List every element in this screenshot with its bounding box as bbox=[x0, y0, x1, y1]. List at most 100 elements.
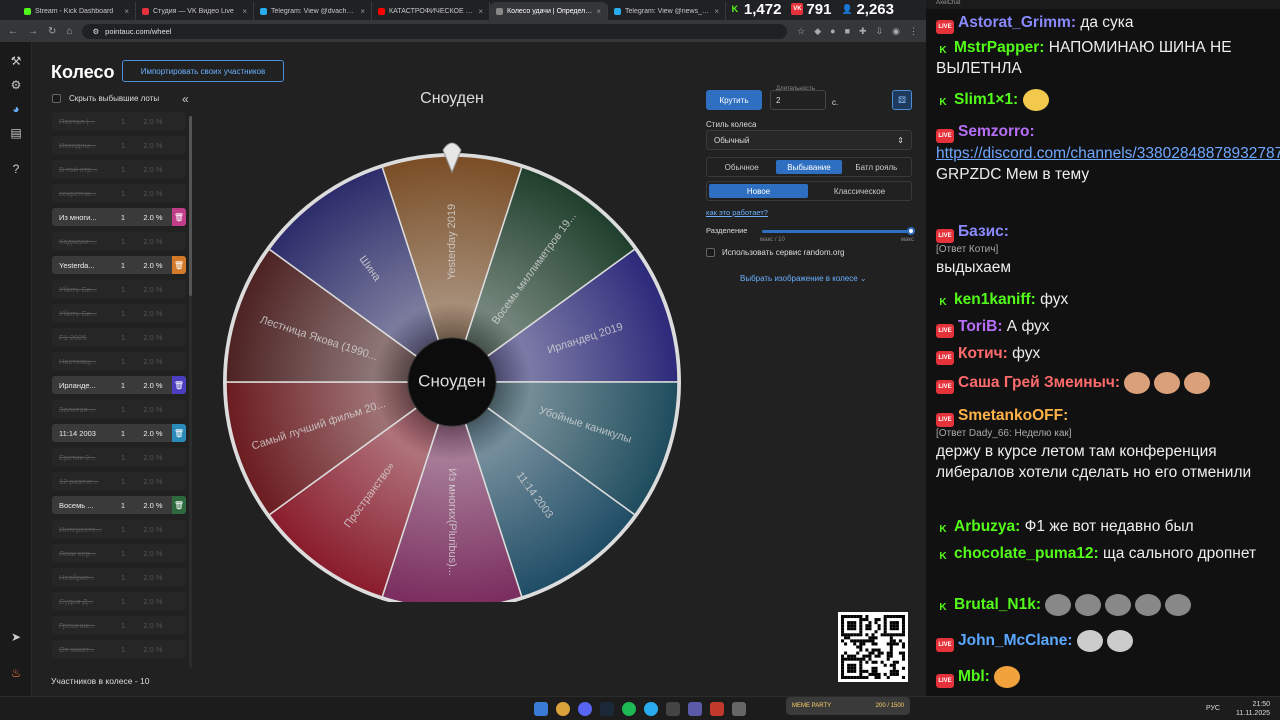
chat-nickname[interactable]: Astorat_Grimm: bbox=[958, 14, 1076, 31]
hide-eliminated-checkbox[interactable] bbox=[52, 94, 61, 103]
trash-icon[interactable]: 🗑 bbox=[172, 376, 186, 394]
app-icon[interactable] bbox=[666, 702, 680, 716]
wheel-mode-option[interactable]: Батл рояль bbox=[844, 160, 909, 174]
lot-row[interactable]: 11:14 2003 1 2.0 % 🗑 bbox=[52, 424, 186, 442]
browser-tab[interactable]: Stream - Kick Dashboard × bbox=[18, 2, 136, 20]
chat-link[interactable]: https://discord.com/channels/33802848878… bbox=[936, 145, 1280, 162]
hammer-icon[interactable]: ⚒ bbox=[9, 54, 23, 68]
close-icon[interactable]: × bbox=[714, 7, 719, 16]
lot-row[interactable]: Ирланде... 1 2.0 % 🗑 bbox=[52, 376, 186, 394]
telegram-icon[interactable] bbox=[644, 702, 658, 716]
reload-icon[interactable]: ↻ bbox=[48, 26, 56, 37]
gear-icon[interactable]: ⚙ bbox=[9, 78, 23, 92]
random-dice-icon[interactable]: ⚄ bbox=[892, 90, 912, 110]
wheel-type-option[interactable]: Новое bbox=[709, 184, 808, 198]
app-icon[interactable] bbox=[732, 702, 746, 716]
browser-tab[interactable]: Telegram: View @dvachannel × bbox=[254, 2, 372, 20]
random-org-checkbox[interactable] bbox=[706, 248, 715, 257]
chat-nickname[interactable]: Slim1×1: bbox=[954, 91, 1018, 108]
lot-row[interactable]: В той стр... 1 2.0 % bbox=[52, 160, 186, 178]
separation-slider-knob[interactable] bbox=[907, 227, 915, 235]
chat-nickname[interactable]: MstrPapper: bbox=[954, 39, 1044, 56]
wheel-mode-option[interactable]: Обычное bbox=[709, 160, 774, 174]
chat-nickname[interactable]: John_McClane: bbox=[958, 632, 1073, 649]
chat-nickname[interactable]: ken1kaniff: bbox=[954, 291, 1036, 308]
lot-row[interactable]: Восемь ... 1 2.0 % 🗑 bbox=[52, 496, 186, 514]
lot-row[interactable]: Локи сер... 1 2.0 % bbox=[52, 544, 186, 562]
chrome-icon[interactable] bbox=[556, 702, 570, 716]
help-icon[interactable]: ? bbox=[9, 162, 23, 176]
close-icon[interactable]: × bbox=[478, 7, 483, 16]
random-org-toggle[interactable]: Использовать сервис random.org bbox=[706, 248, 844, 257]
clipboard-icon[interactable]: ▤ bbox=[9, 126, 23, 140]
duration-input[interactable]: 2 bbox=[770, 90, 826, 110]
lot-row[interactable]: 12 разгне... 1 2.0 % bbox=[52, 472, 186, 490]
extension-icon[interactable]: ◆ bbox=[814, 26, 821, 37]
lot-row[interactable]: Из многи... 1 2.0 % 🗑 bbox=[52, 208, 186, 226]
wheel-type-option[interactable]: Классическое bbox=[810, 184, 909, 198]
collapse-panel-icon[interactable]: « bbox=[182, 92, 189, 106]
lot-row[interactable]: От закат... 1 2.0 % bbox=[52, 640, 186, 658]
wheel-icon[interactable]: ◕ bbox=[9, 102, 23, 116]
choose-image-dropdown[interactable]: Выбрать изображение в колесе ⌄ bbox=[740, 274, 867, 283]
site-info-icon[interactable]: ⚙ bbox=[92, 27, 99, 36]
separation-slider[interactable] bbox=[762, 227, 915, 235]
lot-row[interactable]: Постал (... 1 2.0 % bbox=[52, 112, 186, 130]
lot-row[interactable]: Судья Д... 1 2.0 % bbox=[52, 592, 186, 610]
extension-icon[interactable]: ● bbox=[830, 26, 835, 37]
lot-row[interactable]: Убить Би... 1 2.0 % bbox=[52, 304, 186, 322]
hide-eliminated-toggle[interactable]: Скрыть выбывшие лоты bbox=[52, 94, 159, 103]
windows-start-icon[interactable] bbox=[534, 702, 548, 716]
chat-nickname[interactable]: ToriB: bbox=[958, 318, 1002, 335]
language-indicator[interactable]: РУС bbox=[1206, 705, 1220, 712]
chat-nickname[interactable]: Саша Грей Змеиныч: bbox=[958, 374, 1120, 391]
browser-tab[interactable]: Студия — VK Видео Live × bbox=[136, 2, 254, 20]
browser-tab[interactable]: КАТАСТРОФИЧЕСКОЕ Поражение...× bbox=[372, 2, 490, 20]
chat-nickname[interactable]: SmetankoOFF: bbox=[958, 407, 1068, 424]
chat-nickname[interactable]: Semzorro: bbox=[958, 123, 1035, 140]
trash-icon[interactable]: 🗑 bbox=[172, 256, 186, 274]
lot-row[interactable]: Золотая ... 1 2.0 % bbox=[52, 400, 186, 418]
lot-row[interactable]: F1 2025 1 2.0 % bbox=[52, 328, 186, 346]
discord-icon[interactable] bbox=[578, 702, 592, 716]
trash-icon[interactable]: 🗑 bbox=[172, 208, 186, 226]
wheel-mode-option[interactable]: Выбывание bbox=[776, 160, 842, 174]
how-it-works-link[interactable]: как это работает? bbox=[706, 208, 768, 217]
app-icon[interactable] bbox=[710, 702, 724, 716]
lot-row[interactable]: Грешник... 1 2.0 % bbox=[52, 616, 186, 634]
chat-nickname[interactable]: Котич: bbox=[958, 345, 1008, 362]
import-participants-button[interactable]: Импортировать своих участников bbox=[122, 60, 284, 82]
lot-row[interactable]: Настоящ... 1 2.0 % bbox=[52, 352, 186, 370]
download-icon[interactable]: ⇩ bbox=[876, 26, 884, 37]
chat-nickname[interactable]: Базис: bbox=[958, 223, 1009, 240]
spin-button[interactable]: Крутить bbox=[706, 90, 762, 110]
close-icon[interactable]: × bbox=[124, 7, 129, 16]
bookmark-star-icon[interactable]: ☆ bbox=[797, 26, 805, 37]
app-icon[interactable] bbox=[688, 702, 702, 716]
wheel[interactable]: Yesterday 2019 Восемь миллиметров 19...Ир… bbox=[212, 82, 692, 611]
close-icon[interactable]: × bbox=[242, 7, 247, 16]
browser-tab[interactable]: Колесо удачи | Определите...× bbox=[490, 2, 608, 20]
trash-icon[interactable]: 🗑 bbox=[172, 424, 186, 442]
lot-row[interactable]: Каджаки:... 1 2.0 % bbox=[52, 232, 186, 250]
back-icon[interactable]: ← bbox=[8, 26, 18, 37]
chat-nickname[interactable]: Arbuzya: bbox=[954, 518, 1020, 535]
spotify-icon[interactable] bbox=[622, 702, 636, 716]
browser-tab[interactable]: Telegram: View @news_kramat... × bbox=[608, 2, 726, 20]
lot-row[interactable]: Исходны... 1 2.0 % bbox=[52, 136, 186, 154]
chat-nickname[interactable]: Mbl: bbox=[958, 668, 990, 685]
puzzle-icon[interactable]: ✚ bbox=[859, 26, 867, 37]
wheel-style-select[interactable]: Обычный ⇕ bbox=[706, 130, 912, 150]
chat-nickname[interactable]: chocolate_puma12: bbox=[954, 545, 1099, 562]
lot-row[interactable]: Еретик 2... 1 2.0 % bbox=[52, 448, 186, 466]
url-field[interactable]: ⚙ pointauc.com/wheel bbox=[82, 23, 788, 39]
lot-row[interactable]: Необрат... 1 2.0 % bbox=[52, 568, 186, 586]
boosty-icon[interactable]: ♨ bbox=[9, 666, 23, 680]
lot-row[interactable]: Интересте... 1 2.0 % bbox=[52, 520, 186, 538]
lot-row[interactable]: секретна... 1 2.0 % bbox=[52, 184, 186, 202]
scrollbar-thumb[interactable] bbox=[189, 116, 192, 296]
close-icon[interactable]: × bbox=[596, 7, 601, 16]
lots-scrollbar[interactable] bbox=[189, 116, 192, 668]
steam-icon[interactable] bbox=[600, 702, 614, 716]
home-icon[interactable]: ⌂ bbox=[66, 26, 72, 37]
